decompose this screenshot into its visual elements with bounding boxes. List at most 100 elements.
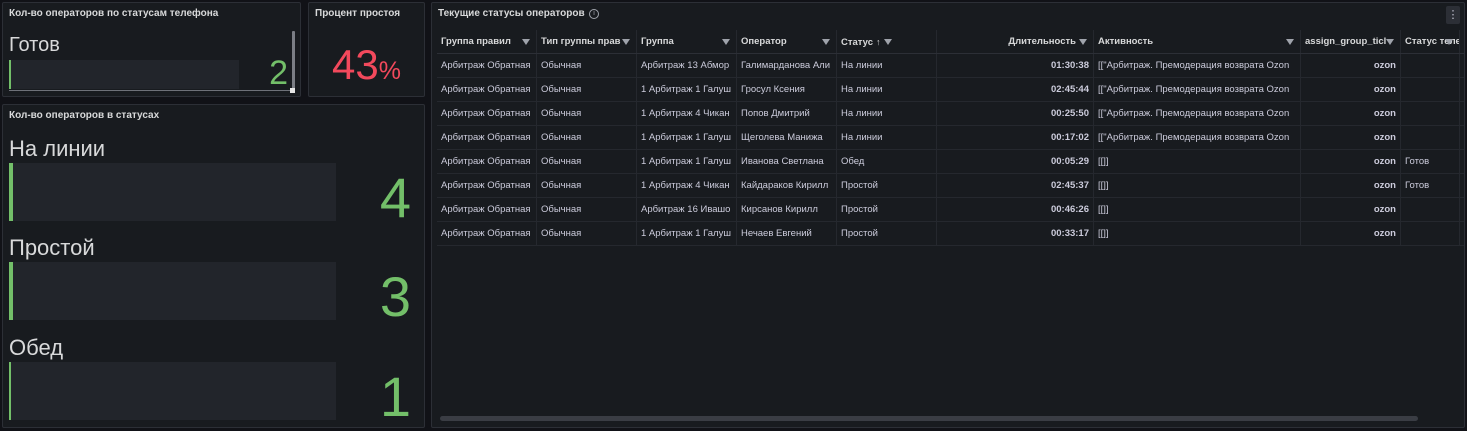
filter-icon[interactable] bbox=[822, 39, 830, 45]
cell-duration: 00:17:02 bbox=[937, 126, 1094, 149]
panel-title: Кол-во операторов по статусам телефона bbox=[9, 8, 219, 19]
cell-activity: [[]] bbox=[1094, 150, 1301, 173]
bar-gauge-value: 2 bbox=[269, 54, 288, 92]
column-header-label: Статус bbox=[841, 37, 874, 48]
cell-rule-group: Арбитраж Обратная bbox=[437, 174, 537, 197]
table-body: Арбитраж Обратная Обычная Арбитраж 13 Абмо… bbox=[437, 54, 1464, 246]
bar-gauge-track bbox=[9, 163, 336, 221]
cell-assign-group: ozon bbox=[1301, 54, 1401, 77]
operator-statuses-table-panel: Текущие статусы операторов i ⋮ Группа пр… bbox=[431, 2, 1465, 428]
column-header-assign-group[interactable]: assign_group_ticl bbox=[1301, 30, 1401, 53]
cell-assign-group: ozon bbox=[1301, 222, 1401, 245]
filter-icon[interactable] bbox=[1386, 39, 1394, 45]
cell-operator: Попов Дмитрий bbox=[737, 102, 837, 125]
column-header-status[interactable]: Статус ↑ bbox=[837, 30, 937, 53]
cell-status: На линии bbox=[837, 126, 937, 149]
table-row[interactable]: Арбитраж Обратная Обычная 1 Арбитраж 1 Гал… bbox=[437, 150, 1464, 174]
filter-icon[interactable] bbox=[1286, 39, 1294, 45]
table-row[interactable]: Арбитраж Обратная Обычная Арбитраж 13 Абмо… bbox=[437, 54, 1464, 78]
sort-ascending-icon[interactable]: ↑ bbox=[876, 37, 881, 47]
data-table: Группа правил Тип группы прав Группа Операт… bbox=[437, 30, 1464, 246]
cell-assign-group: ozon bbox=[1301, 102, 1401, 125]
table-row[interactable]: Арбитраж Обратная Обычная Арбитраж 16 Иваш… bbox=[437, 198, 1464, 222]
cell-group: 1 Арбитраж 1 Галуш bbox=[637, 78, 737, 101]
cell-duration: 00:05:29 bbox=[937, 150, 1094, 173]
bar-gauge-label: Готов bbox=[9, 34, 60, 56]
cell-activity: [[]] bbox=[1094, 222, 1301, 245]
column-header-label: Группа правил bbox=[441, 36, 511, 47]
cell-assign-group: ozon bbox=[1301, 78, 1401, 101]
column-header-activity[interactable]: Активность bbox=[1094, 30, 1301, 53]
table-row[interactable]: Арбитраж Обратная Обычная 1 Арбитраж 1 Гал… bbox=[437, 78, 1464, 102]
table-row[interactable]: Арбитраж Обратная Обычная 1 Арбитраж 1 Гал… bbox=[437, 126, 1464, 150]
table-row[interactable]: Арбитраж Обратная Обычная 1 Арбитраж 4 Чик… bbox=[437, 102, 1464, 126]
cell-phone-status: Готов bbox=[1401, 150, 1460, 173]
table-row[interactable]: Арбитраж Обратная Обычная 1 Арбитраж 1 Гал… bbox=[437, 222, 1464, 246]
status-label: На линии bbox=[9, 136, 106, 161]
cell-operator: Щеголева Манижа bbox=[737, 126, 837, 149]
cell-activity: [["Арбитраж. Премодерация возврата Ozon bbox=[1094, 78, 1301, 101]
column-header-operator[interactable]: Оператор bbox=[737, 30, 837, 53]
filter-icon[interactable] bbox=[883, 39, 892, 46]
cell-status: На линии bbox=[837, 54, 937, 77]
status-count: 3 bbox=[379, 265, 411, 328]
horizontal-scrollbar[interactable] bbox=[440, 416, 1418, 421]
cell-operator: Кирсанов Кирилл bbox=[737, 198, 837, 221]
bar-gauge-fill bbox=[9, 262, 13, 320]
filter-icon[interactable] bbox=[522, 39, 530, 45]
cell-duration: 00:33:17 bbox=[937, 222, 1094, 245]
stat-value: 43% bbox=[309, 41, 424, 89]
cell-duration: 02:45:44 bbox=[937, 78, 1094, 101]
cell-phone-status bbox=[1401, 126, 1460, 149]
filter-icon[interactable] bbox=[1445, 39, 1453, 45]
cell-duration: 01:30:38 bbox=[937, 54, 1094, 77]
column-header-label: assign_group_ticl bbox=[1305, 36, 1387, 47]
cell-operator: Гросул Ксения bbox=[737, 78, 837, 101]
column-header-label: Тип группы прав bbox=[541, 36, 621, 47]
cell-group-type: Обычная bbox=[537, 54, 637, 77]
cell-group: 1 Арбитраж 1 Галуш bbox=[637, 126, 737, 149]
idle-percent-panel: Процент простоя 43% bbox=[308, 2, 425, 97]
kebab-menu-icon[interactable]: ⋮ bbox=[1446, 6, 1460, 24]
column-header-label: Оператор bbox=[741, 36, 787, 47]
status-label: Простой bbox=[9, 235, 95, 260]
cell-status: Простой bbox=[837, 222, 937, 245]
column-header-label: Длительность bbox=[1008, 36, 1076, 47]
cell-group-type: Обычная bbox=[537, 222, 637, 245]
column-header-duration[interactable]: Длительность bbox=[937, 30, 1094, 53]
filter-icon[interactable] bbox=[622, 39, 630, 45]
cell-activity: [["Арбитраж. Премодерация возврата Ozon bbox=[1094, 54, 1301, 77]
operators-in-statuses-panel: Кол-во операторов в статусах На линии 4 … bbox=[2, 104, 425, 428]
cell-group: Арбитраж 16 Ивашо bbox=[637, 198, 737, 221]
cell-rule-group: Арбитраж Обратная bbox=[437, 126, 537, 149]
cell-assign-group: ozon bbox=[1301, 150, 1401, 173]
cell-status: На линии bbox=[837, 78, 937, 101]
horizontal-scrollbar[interactable] bbox=[9, 90, 291, 91]
column-header-group[interactable]: Группа bbox=[637, 30, 737, 53]
cell-operator: Иванова Светлана bbox=[737, 150, 837, 173]
cell-operator: Галимарданова Али bbox=[737, 54, 837, 77]
filter-icon[interactable] bbox=[722, 39, 730, 45]
cell-activity: [[]] bbox=[1094, 198, 1301, 221]
bar-gauge-fill bbox=[9, 163, 13, 221]
column-header-phone-status[interactable]: Статус теле bbox=[1401, 30, 1460, 53]
cell-status: Простой bbox=[837, 174, 937, 197]
cell-activity: [["Арбитраж. Премодерация возврата Ozon bbox=[1094, 102, 1301, 125]
cell-phone-status bbox=[1401, 222, 1460, 245]
cell-group-type: Обычная bbox=[537, 174, 637, 197]
cell-rule-group: Арбитраж Обратная bbox=[437, 102, 537, 125]
column-header-rule-group[interactable]: Группа правил bbox=[437, 30, 537, 53]
cell-group-type: Обычная bbox=[537, 198, 637, 221]
column-header-group-type[interactable]: Тип группы прав bbox=[537, 30, 637, 53]
table-row[interactable]: Арбитраж Обратная Обычная 1 Арбитраж 4 Чик… bbox=[437, 174, 1464, 198]
vertical-scrollbar[interactable] bbox=[292, 31, 295, 91]
cell-group-type: Обычная bbox=[537, 126, 637, 149]
bar-gauge-track bbox=[9, 362, 336, 420]
filter-icon[interactable] bbox=[1079, 39, 1087, 45]
cell-assign-group: ozon bbox=[1301, 126, 1401, 149]
info-icon[interactable]: i bbox=[589, 9, 599, 19]
cell-group: 1 Арбитраж 1 Галуш bbox=[637, 222, 737, 245]
resize-handle-icon[interactable] bbox=[290, 88, 295, 93]
cell-activity: [[]] bbox=[1094, 174, 1301, 197]
cell-rule-group: Арбитраж Обратная bbox=[437, 222, 537, 245]
